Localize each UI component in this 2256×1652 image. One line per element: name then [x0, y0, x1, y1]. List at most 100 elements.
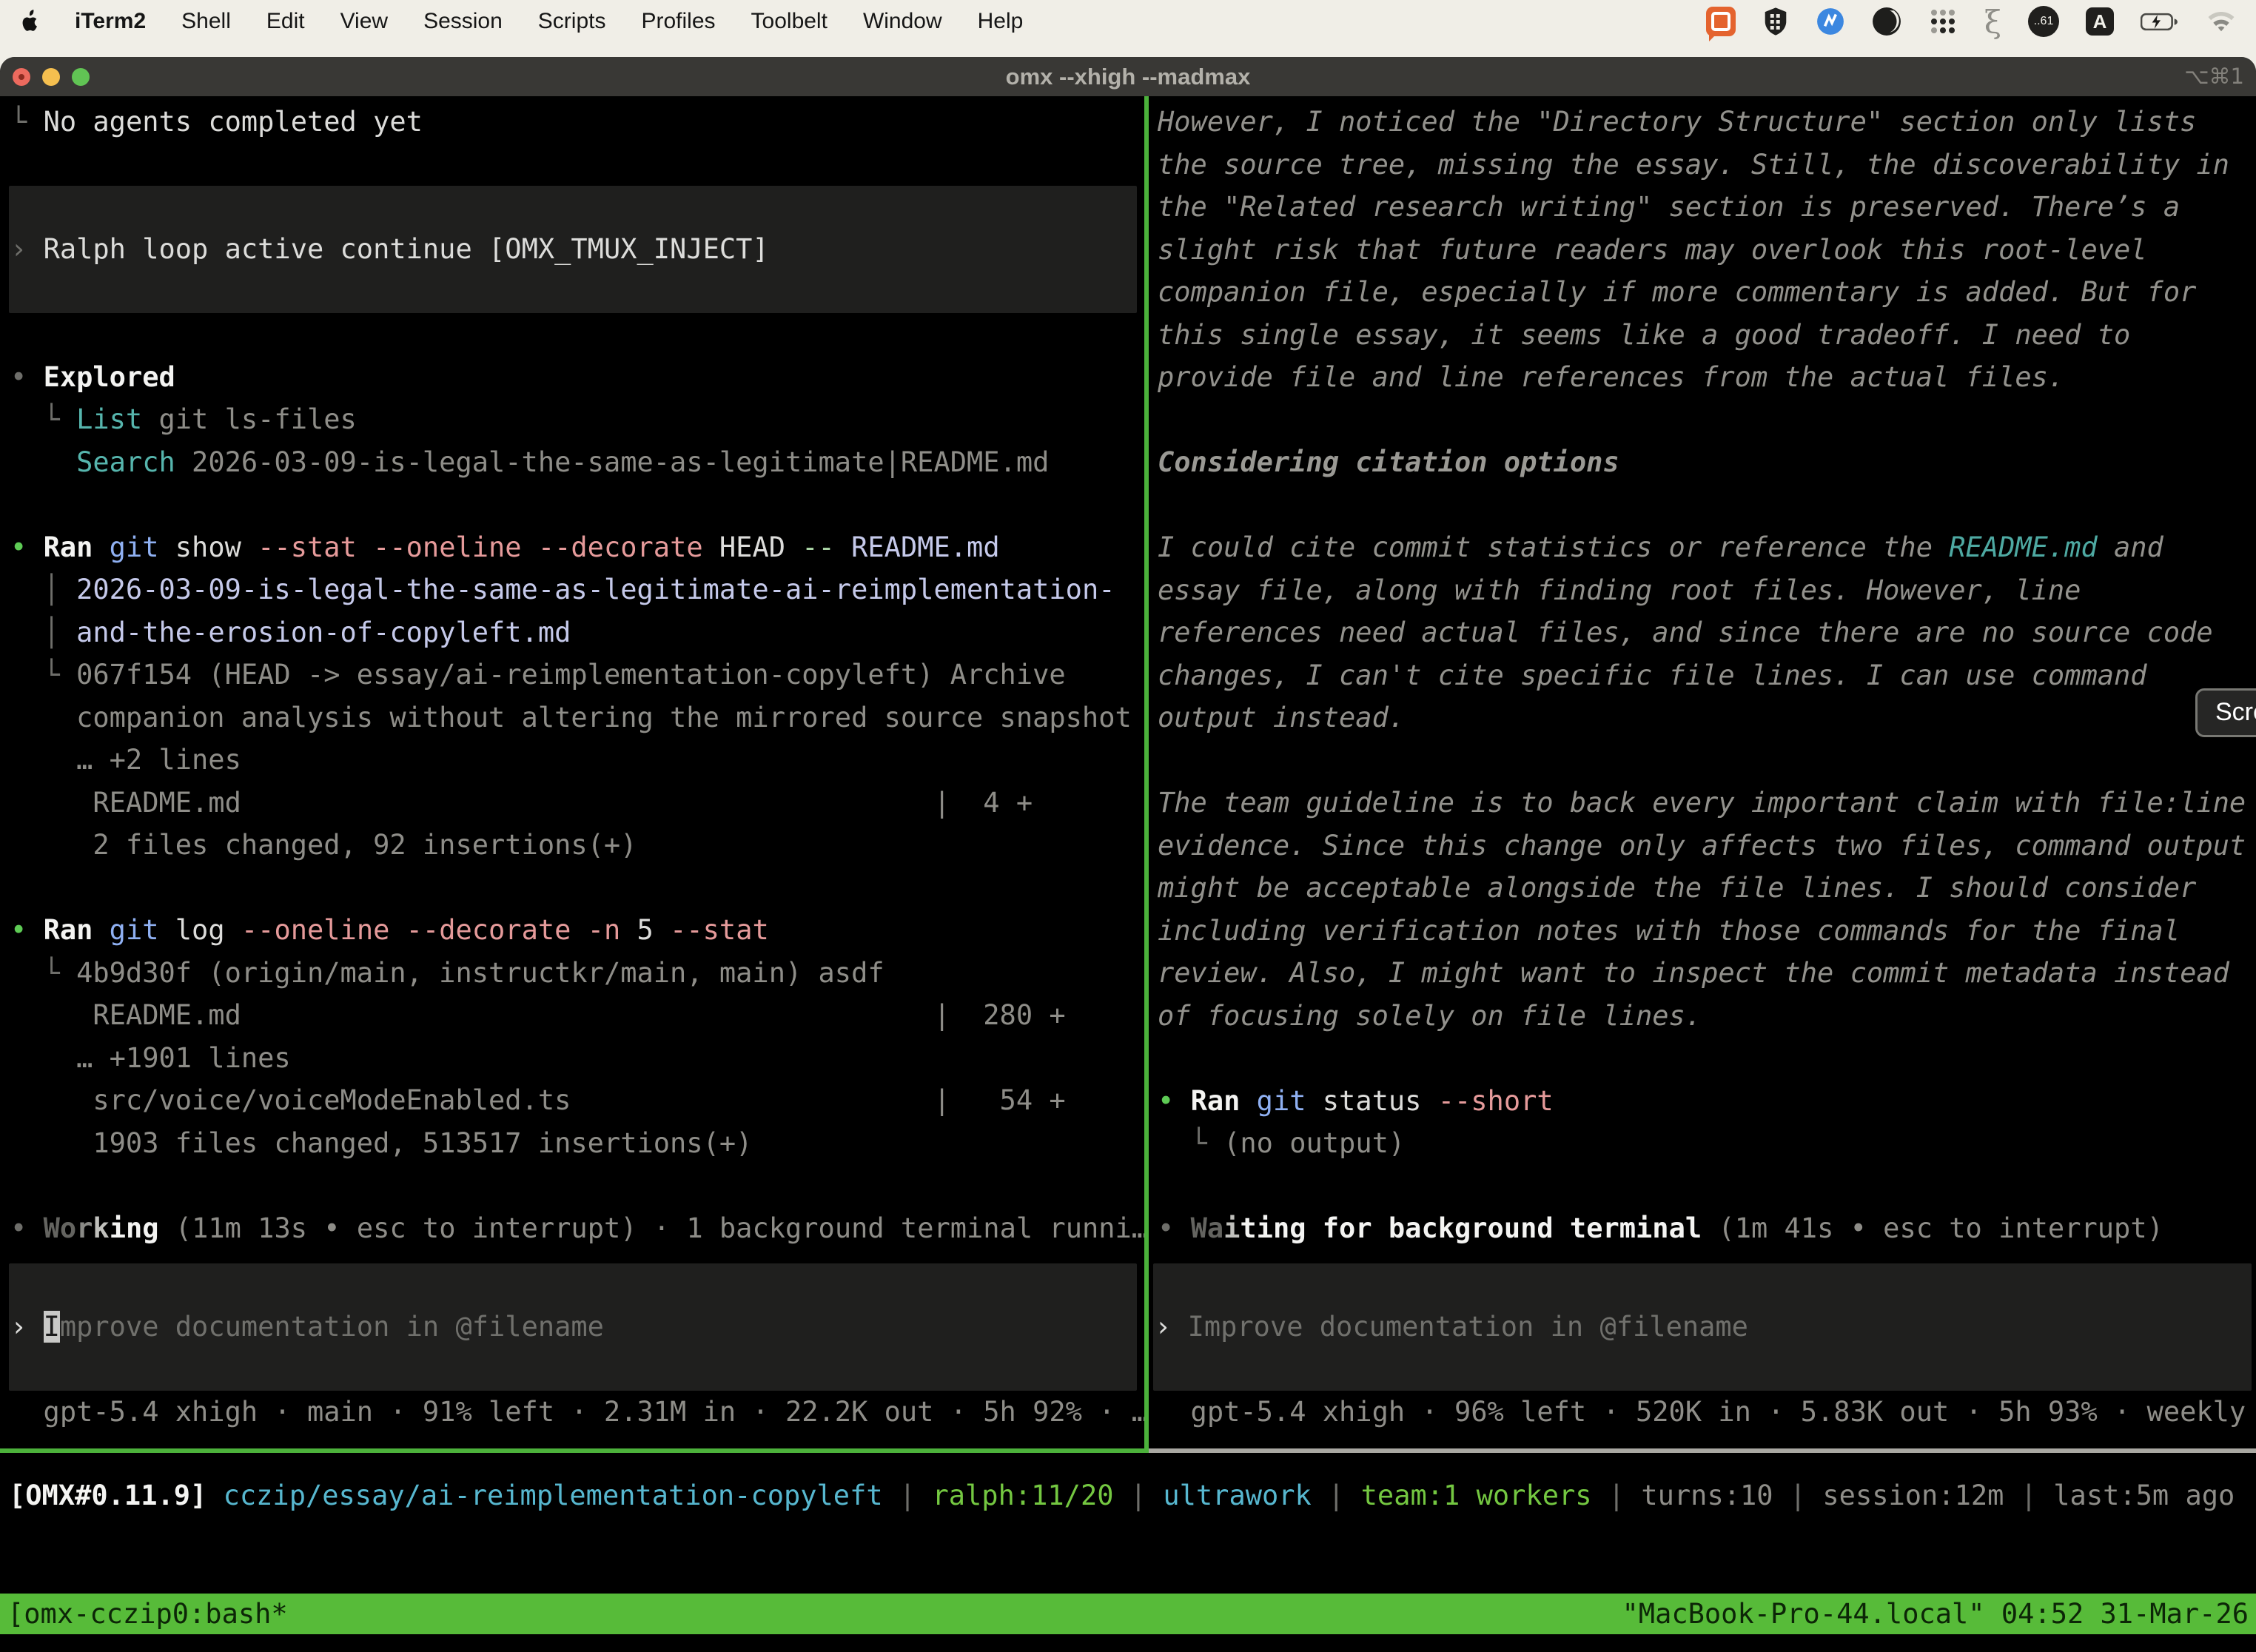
menu-item-help[interactable]: Help — [978, 9, 1024, 34]
menu-item-edit[interactable]: Edit — [266, 9, 305, 34]
text-segment: src/voice/voiceModeEnabled.ts | 54 + — [10, 1084, 1066, 1116]
text-segment: show — [159, 531, 258, 563]
terminal-line — [1158, 1037, 2256, 1080]
menu-item-toolbelt[interactable]: Toolbelt — [751, 9, 827, 34]
text-segment: └ — [10, 659, 76, 691]
terminal-line: └ 067f154 (HEAD -> essay/ai-reimplementa… — [10, 654, 1144, 696]
text-segment: r — [76, 1212, 93, 1244]
text-segment: | — [883, 1480, 933, 1511]
text-segment: | — [1773, 1480, 1823, 1511]
wifi-icon[interactable] — [2206, 10, 2237, 33]
text-segment: the source tree, missing the essay. Stil… — [1158, 149, 2229, 181]
pane-divider-horizontal-active[interactable] — [0, 1448, 1144, 1453]
terminal-line: › Ralph loop active continue [OMX_TMUX_I… — [10, 228, 769, 271]
terminal-line: essay file, along with finding root file… — [1158, 569, 2256, 612]
squiggle-icon[interactable]: ξ — [1984, 4, 2001, 40]
menu-item-profiles[interactable]: Profiles — [641, 9, 715, 34]
window-shortcut-badge: ⌥⌘1 — [2184, 57, 2244, 96]
menu-item-window[interactable]: Window — [863, 9, 942, 34]
text-segment: • — [1158, 1085, 1191, 1117]
terminal-line: evidence. Since this change only affects… — [1158, 825, 2256, 867]
text-segment: might be acceptable alongside the file l… — [1158, 872, 2196, 904]
terminal-line: README.md | 4 + — [10, 782, 1144, 825]
text-segment — [93, 914, 109, 946]
terminal-line: the "Related research writing" section i… — [1158, 186, 2256, 229]
input-source-icon[interactable]: A — [2086, 7, 2114, 36]
text-cursor: I — [44, 1311, 60, 1343]
pane-divider-horizontal-inactive[interactable] — [1149, 1448, 2256, 1453]
text-segment: k — [93, 1212, 109, 1244]
terminal-line: • Ran git status --short — [1158, 1080, 2256, 1123]
text-segment: git — [110, 914, 159, 946]
right-agent-pane[interactable]: However, I noticed the "Directory Struct… — [1149, 96, 2256, 1448]
left-transcript: • Explored └ List git ls-files Search 20… — [10, 313, 1144, 1249]
terminal-line: └ 4b9d30f (origin/main, instructkr/main,… — [10, 952, 1144, 995]
percent-badge-icon[interactable]: ..61 — [2028, 6, 2059, 37]
text-segment — [357, 531, 373, 563]
text-segment: last:5m ago — [2053, 1480, 2235, 1511]
text-segment: essay file, along with finding root file… — [1158, 574, 2081, 606]
dots-grid-icon[interactable] — [1928, 7, 1958, 36]
text-segment: evidence. Since this change only affects… — [1158, 830, 2246, 862]
text-segment: --decorate — [538, 531, 703, 563]
tmux-session-label[interactable]: [omx-cczip0:bash* — [7, 1593, 288, 1636]
text-segment: README.md | 4 + — [10, 787, 1033, 819]
menu-item-list: iTerm2 Shell Edit View Session Scripts Profile… — [75, 9, 1023, 34]
menu-item-iterm2[interactable]: iTerm2 — [75, 9, 146, 34]
terminal-line: 2 files changed, 92 insertions(+) — [10, 824, 1144, 867]
terminal-line: • Working (11m 13s • esc to interrupt) ·… — [10, 1207, 1144, 1250]
terminal-line: including verification notes with those … — [1158, 910, 2256, 953]
text-segment: Wo — [44, 1212, 77, 1244]
terminal-line — [10, 144, 1144, 187]
text-segment: --oneline — [373, 531, 521, 563]
terminal-line: • Ran git show --stat --oneline --decora… — [10, 526, 1144, 569]
terminal-line: • Ran git log --oneline --decorate -n 5 … — [10, 909, 1144, 952]
moon-circle-icon[interactable] — [1872, 7, 1901, 36]
text-segment: • — [1158, 1212, 1191, 1244]
left-model-status: gpt-5.4 xhigh · main · 91% left · 2.31M … — [10, 1391, 1144, 1434]
text-segment: The team guideline is to back every impo… — [1158, 787, 2246, 819]
shield-grid-icon[interactable] — [1762, 7, 1789, 36]
text-segment: Wa — [1191, 1212, 1224, 1244]
battery-icon[interactable] — [2141, 12, 2179, 32]
text-segment: --stat — [258, 531, 357, 563]
text-segment: --decorate — [406, 914, 571, 946]
terminal-line: The team guideline is to back every impo… — [1158, 782, 2256, 825]
text-segment: (1m 41s • esc to interrupt) — [1702, 1212, 2163, 1244]
text-segment: • — [10, 914, 44, 946]
left-agent-pane[interactable]: └ No agents completed yet › Ralph loop a… — [0, 96, 1144, 1448]
menu-item-view[interactable]: View — [340, 9, 388, 34]
text-segment: 4b9d30f (origin/main, instructkr/main, m… — [76, 957, 884, 989]
window-titlebar[interactable]: omx --xhigh --madmax ⌥⌘1 — [0, 57, 2256, 96]
text-segment: README.md | 280 + — [10, 999, 1066, 1031]
terminal-line: the source tree, missing the essay. Stil… — [1158, 144, 2256, 187]
left-input-placeholder: mprove documentation in @filename — [60, 1311, 604, 1343]
left-prompt-input[interactable]: › Improve documentation in @filename — [9, 1263, 1137, 1391]
text-segment: └ — [10, 957, 76, 989]
chat-bubble-icon[interactable] — [1706, 7, 1736, 36]
text-segment: └ — [10, 106, 44, 138]
terminal-line: Search 2026-03-09-is-legal-the-same-as-l… — [10, 441, 1144, 484]
text-segment: (no output) — [1223, 1127, 1405, 1159]
terminal-line: README.md | 280 + — [10, 994, 1144, 1037]
right-prompt-input[interactable]: › Improve documentation in @filename — [1153, 1263, 2252, 1391]
text-segment: the "Related research writing" section i… — [1158, 191, 2180, 223]
menu-bar: iTerm2 Shell Edit View Session Scripts Profile… — [0, 0, 2256, 43]
text-segment — [207, 1480, 223, 1511]
text-segment: Explored — [44, 361, 175, 393]
menu-item-session[interactable]: Session — [423, 9, 503, 34]
menu-item-scripts[interactable]: Scripts — [538, 9, 606, 34]
pane-divider-vertical[interactable] — [1144, 96, 1149, 1453]
text-segment: │ — [10, 574, 76, 605]
terminal-line: changes, I can't cite specific file line… — [1158, 654, 2256, 697]
menu-item-shell[interactable]: Shell — [181, 9, 231, 34]
text-segment: However, I noticed the "Directory Struct… — [1158, 106, 2196, 138]
text-segment: Search — [76, 446, 175, 478]
blue-badge-icon[interactable] — [1816, 7, 1845, 36]
iterm2-window: omx --xhigh --madmax ⌥⌘1 └ No agents com… — [0, 57, 2256, 1652]
apple-icon[interactable] — [19, 10, 39, 34]
text-segment: HEAD — [703, 531, 802, 563]
text-segment: of focusing solely on file lines. — [1158, 1000, 1702, 1032]
terminal-line: │ 2026-03-09-is-legal-the-same-as-legiti… — [10, 568, 1144, 611]
terminal-line — [10, 483, 1144, 526]
